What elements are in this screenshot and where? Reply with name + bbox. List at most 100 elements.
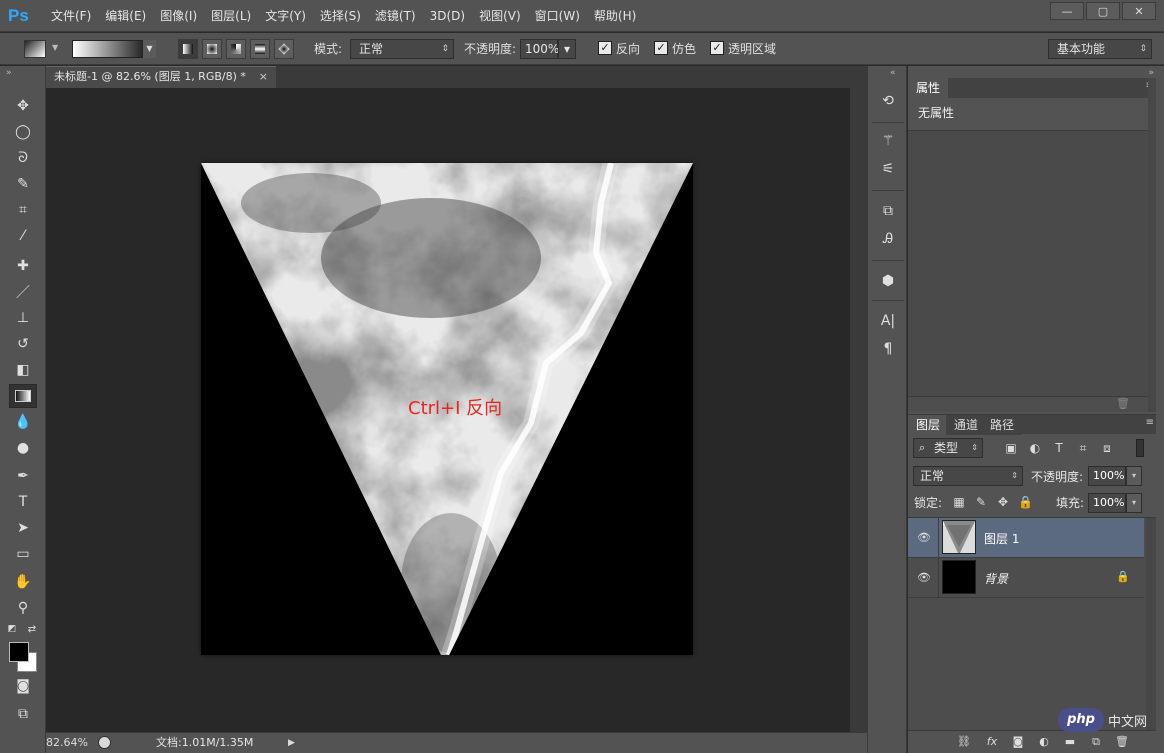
layer-row-background[interactable]: 👁 背景 🔒	[908, 558, 1144, 598]
expand-panels-icon[interactable]: »	[1148, 68, 1154, 78]
add-mask-icon[interactable]: ◙	[1010, 735, 1026, 749]
tool-preset-icon[interactable]	[24, 40, 46, 58]
document-tab[interactable]: 未标题-1 @ 82.6% (图层 1, RGB/8) * ×	[46, 66, 276, 88]
pen-tool-icon[interactable]: ✒	[9, 464, 37, 488]
swap-colors-icon[interactable]: ⇄	[24, 622, 40, 636]
brush-presets-icon[interactable]: ⚟	[876, 158, 900, 180]
radial-gradient-button[interactable]	[202, 39, 222, 59]
layer-opacity-input[interactable]: 100%	[1088, 466, 1126, 486]
minimize-button[interactable]: —	[1050, 2, 1084, 20]
tab-layers[interactable]: 图层	[908, 415, 949, 435]
collapse-dock-icon[interactable]: «	[890, 68, 896, 78]
brush-tool-icon[interactable]: ／	[9, 280, 37, 304]
tool-preset-caret-icon[interactable]: ▼	[52, 43, 58, 63]
crop-tool-icon[interactable]: ⌗	[9, 198, 37, 222]
tab-paths[interactable]: 路径	[982, 415, 1023, 435]
layers-scrollbar[interactable]	[1146, 518, 1156, 730]
visibility-eye-icon[interactable]: 👁	[917, 531, 931, 545]
status-menu-icon[interactable]	[98, 736, 111, 749]
smart-object-filter-icon[interactable]: ⧈	[1100, 441, 1114, 455]
adjustment-layer-icon[interactable]: ◐	[1036, 735, 1052, 749]
menu-window[interactable]: 窗口(W)	[528, 0, 587, 32]
layer-row-layer1[interactable]: 👁 图层 1	[908, 518, 1144, 558]
close-button[interactable]: ✕	[1122, 2, 1156, 20]
close-tab-icon[interactable]: ×	[259, 67, 268, 87]
history-panel-icon[interactable]: ⟲	[876, 90, 900, 112]
pixel-filter-icon[interactable]: ▣	[1004, 441, 1018, 455]
restore-button[interactable]: ▢	[1086, 2, 1120, 20]
menu-image[interactable]: 图像(I)	[153, 0, 204, 32]
filter-toggle[interactable]	[1136, 439, 1144, 457]
trash-icon[interactable]: 🗑	[1116, 397, 1130, 410]
clone-source-icon[interactable]: ⧉	[876, 200, 900, 222]
linear-gradient-button[interactable]	[178, 39, 198, 59]
reverse-checkbox[interactable]: ✓	[598, 41, 612, 55]
lock-all-icon[interactable]: 🔒	[1018, 495, 1033, 509]
reflected-gradient-button[interactable]	[250, 39, 270, 59]
rectangle-tool-icon[interactable]: ▭	[9, 542, 37, 566]
move-tool-icon[interactable]: ✥	[9, 94, 37, 118]
quick-selection-tool-icon[interactable]: ✎	[9, 172, 37, 196]
menu-edit[interactable]: 编辑(E)	[98, 0, 153, 32]
brush-panel-icon[interactable]: ⚚	[876, 130, 900, 152]
opacity-input[interactable]: 100%	[520, 39, 559, 59]
type-filter-icon[interactable]: T	[1052, 441, 1066, 455]
paragraph-panel-icon[interactable]: ¶	[876, 338, 900, 360]
clone-stamp-tool-icon[interactable]: ⊥	[9, 306, 37, 330]
zoom-tool-icon[interactable]: ⚲	[9, 596, 37, 620]
workspace-dropdown[interactable]: 基本功能 ⇕	[1048, 39, 1152, 59]
3d-panel-icon[interactable]: ⬢	[876, 270, 900, 292]
lock-position-icon[interactable]: ✥	[996, 495, 1010, 509]
status-arrow-icon[interactable]: ▶	[288, 738, 295, 748]
path-selection-tool-icon[interactable]: ➤	[9, 516, 37, 540]
properties-scrollbar[interactable]	[1148, 78, 1156, 412]
dodge-tool-icon[interactable]: ●	[9, 436, 37, 460]
lock-transparent-icon[interactable]: ▦	[952, 495, 966, 509]
angle-gradient-button[interactable]	[226, 39, 246, 59]
fx-icon[interactable]: fx	[984, 735, 1000, 749]
lock-pixels-icon[interactable]: ✎	[974, 495, 988, 509]
diamond-gradient-button[interactable]	[274, 39, 294, 59]
eraser-tool-icon[interactable]: ◧	[9, 358, 37, 382]
healing-brush-tool-icon[interactable]: ✚	[9, 254, 37, 278]
collapse-panel-icon[interactable]: »	[6, 68, 12, 78]
fill-input[interactable]: 100%	[1088, 493, 1126, 513]
tab-properties[interactable]: 属性	[908, 78, 949, 98]
history-brush-tool-icon[interactable]: ↺	[9, 332, 37, 356]
menu-type[interactable]: 文字(Y)	[258, 0, 313, 32]
menu-select[interactable]: 选择(S)	[313, 0, 368, 32]
hand-tool-icon[interactable]: ✋	[9, 570, 37, 594]
delete-layer-icon[interactable]: 🗑	[1114, 735, 1130, 749]
vertical-scrollbar[interactable]	[850, 88, 867, 732]
character-panel-icon[interactable]: A|	[876, 310, 900, 332]
menu-file[interactable]: 文件(F)	[44, 0, 98, 32]
screen-mode-icon[interactable]: ⧉	[9, 702, 37, 726]
layer-name[interactable]: 背景	[984, 570, 1008, 587]
gradient-picker-caret-icon[interactable]: ▼	[142, 40, 156, 58]
visibility-eye-icon[interactable]: 👁	[917, 571, 931, 585]
default-colors-icon[interactable]: ◩	[4, 622, 20, 636]
menu-filter[interactable]: 滤镜(T)	[368, 0, 423, 32]
layer-opacity-caret-icon[interactable]: ▾	[1126, 466, 1142, 486]
tab-channels[interactable]: 通道	[946, 415, 987, 435]
eyedropper-tool-icon[interactable]: ⁄	[9, 224, 37, 248]
gradient-tool-icon[interactable]	[9, 384, 37, 408]
character-styles-icon[interactable]: Ꭿ	[876, 228, 900, 250]
blend-mode-dropdown[interactable]: 正常 ⇕	[913, 466, 1023, 486]
quick-mask-icon[interactable]: ◙	[9, 674, 37, 698]
menu-3d[interactable]: 3D(D)	[423, 0, 472, 32]
type-tool-icon[interactable]: T	[9, 490, 37, 514]
menu-help[interactable]: 帮助(H)	[587, 0, 643, 32]
shape-filter-icon[interactable]: ⌗	[1076, 441, 1090, 455]
menu-layer[interactable]: 图层(L)	[204, 0, 258, 32]
menu-view[interactable]: 视图(V)	[472, 0, 528, 32]
dither-checkbox[interactable]: ✓	[654, 41, 668, 55]
zoom-level[interactable]: 82.64%	[46, 733, 100, 753]
opacity-caret-icon[interactable]: ▾	[558, 39, 576, 59]
new-group-icon[interactable]: ▬	[1062, 735, 1078, 749]
layer-name[interactable]: 图层 1	[984, 530, 1019, 547]
fill-caret-icon[interactable]: ▾	[1126, 493, 1142, 513]
elliptical-marquee-tool-icon[interactable]: ◯	[9, 120, 37, 144]
new-layer-icon[interactable]: ⧉	[1088, 735, 1104, 749]
lasso-tool-icon[interactable]: ᘐ	[9, 146, 37, 170]
